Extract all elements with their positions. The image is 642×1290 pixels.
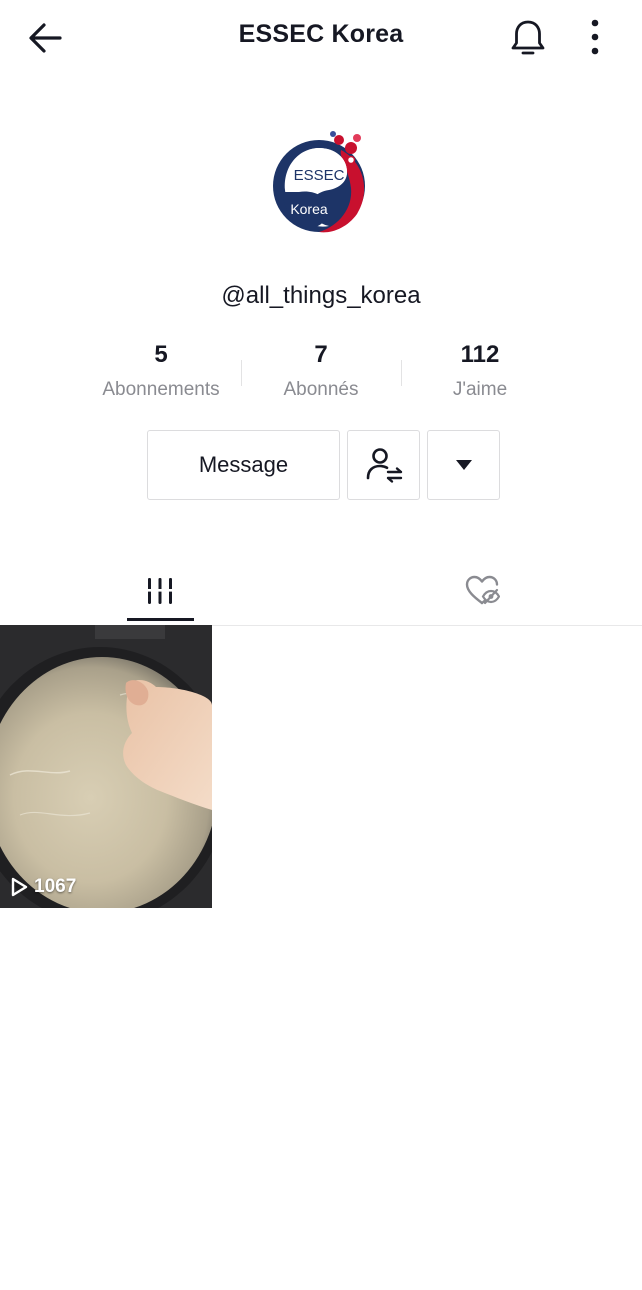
tab-videos[interactable] [0,560,321,624]
stat-likes-label: J'aime [452,379,508,400]
message-button[interactable]: Message [147,430,340,500]
play-icon [11,877,28,897]
avatar-text-top: ESSEC [294,167,345,184]
essec-korea-logo: ESSEC Korea [273,131,365,233]
rice-pot-thumbnail-image [0,625,212,908]
follow-toggle-button[interactable] [347,430,420,500]
stat-following-value: 5 [154,341,168,368]
tab-active-indicator [127,618,194,621]
heart-hidden-icon [465,575,500,605]
stat-followers-label: Abonnés [283,379,359,400]
stat-likes-value: 112 [460,341,500,368]
stat-followers[interactable]: 7 Abonnés [241,341,401,401]
bell-icon [511,20,545,55]
top-bar: ESSEC Korea [0,0,642,76]
more-vertical-icon [591,19,599,55]
more-options-button[interactable] [580,16,610,60]
stat-following[interactable]: 5 Abonnements [81,341,241,401]
more-actions-button[interactable] [427,430,500,500]
video-views: 1067 [10,876,76,898]
avatar-text-bottom: Korea [290,201,328,217]
profile-tabs [0,560,642,626]
avatar[interactable]: ESSEC Korea [269,128,373,238]
username: @all_things_korea [221,282,421,309]
stat-likes[interactable]: 112 J'aime [400,341,560,401]
video-views-count: 1067 [34,876,77,897]
notifications-button[interactable] [506,16,550,60]
stat-following-label: Abonnements [102,379,220,400]
caret-down-icon [455,460,472,470]
video-thumbnail[interactable]: 1067 [0,625,212,908]
user-swap-icon [366,448,402,483]
grid-icon [146,578,174,604]
tab-liked[interactable] [321,560,642,624]
stat-followers-value: 7 [314,341,328,368]
